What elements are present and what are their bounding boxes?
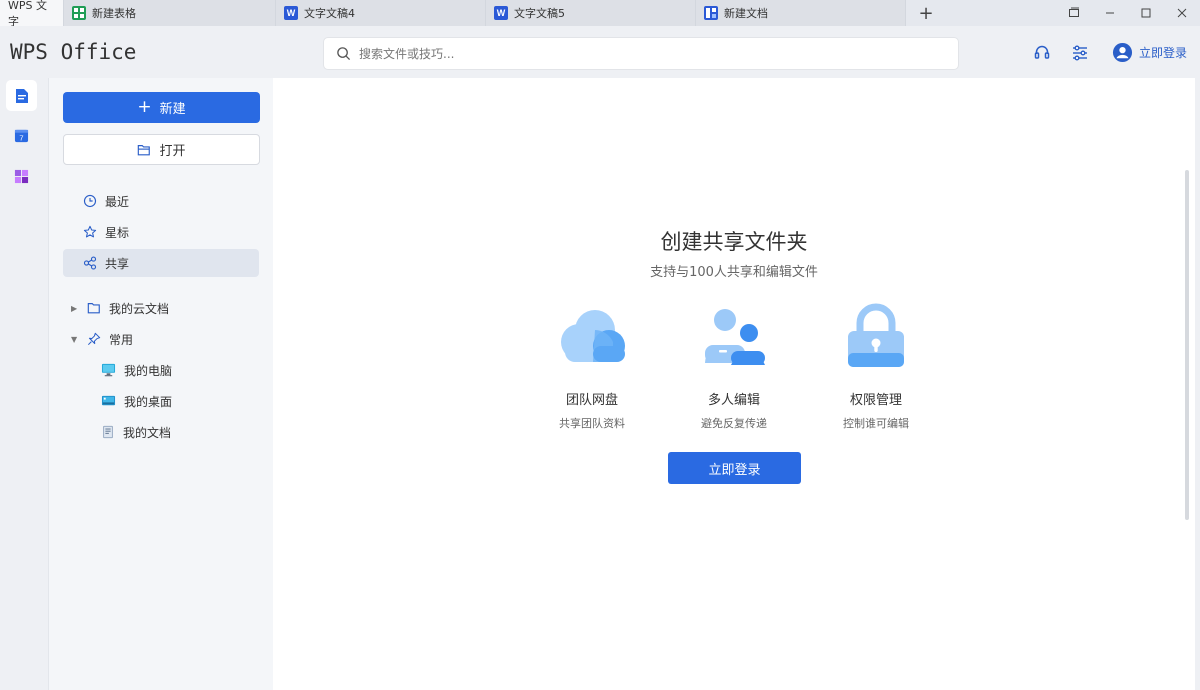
window-controls xyxy=(1056,0,1200,26)
restore-window-button[interactable] xyxy=(1056,0,1092,26)
tab-document-5[interactable]: W 文字文稿5 xyxy=(486,0,696,26)
tree-common[interactable]: ▼ 常用 xyxy=(71,328,133,350)
wps-office-logo: WPS Office xyxy=(10,40,137,64)
feature-name: 多人编辑 xyxy=(707,393,760,408)
support-button[interactable] xyxy=(1032,43,1052,63)
feature-team-drive: 团队网盘 共享团队资料 xyxy=(522,298,662,431)
new-label: 新建 xyxy=(159,102,186,117)
tab-label: WPS 文字 xyxy=(8,0,47,28)
users-icon xyxy=(705,308,765,365)
tab-bar: WPS 文字 新建表格 W 文字文稿4 W 文字文稿5 新建文档 + xyxy=(0,0,1200,28)
caret-down-icon[interactable]: ▼ xyxy=(71,335,81,344)
nav-recent-label: 最近 xyxy=(105,194,130,209)
document-icon xyxy=(15,88,28,103)
feature-name: 权限管理 xyxy=(849,393,902,408)
tab-wps-writer[interactable]: WPS 文字 xyxy=(0,0,64,28)
tree-my-computer[interactable]: 我的电脑 xyxy=(101,359,172,381)
open-label: 打开 xyxy=(159,144,186,159)
lock-icon xyxy=(848,303,904,367)
main-scrollbar[interactable] xyxy=(1185,170,1189,520)
close-button[interactable] xyxy=(1164,0,1200,26)
header-login-label: 立即登录 xyxy=(1139,46,1188,60)
feature-name: 团队网盘 xyxy=(565,393,618,408)
open-button[interactable]: 打开 xyxy=(63,134,260,165)
folder-icon xyxy=(87,303,100,314)
avatar-icon xyxy=(1112,42,1133,63)
cloud-icon xyxy=(561,309,625,362)
tree-my-documents[interactable]: 我的文档 xyxy=(101,421,171,443)
tab-label: 文字文稿4 xyxy=(304,7,355,20)
sidebar: + 新建 打开 最近 星标 共享 ▶ 我的云文档 ▼ 常用 我的电脑 我的桌面 … xyxy=(48,78,273,690)
word-doc-icon: W xyxy=(494,6,508,20)
new-doc-icon xyxy=(704,6,718,20)
tree-label: 我的桌面 xyxy=(124,394,173,409)
nav-shared-label: 共享 xyxy=(105,256,130,271)
close-icon xyxy=(1177,8,1187,18)
minimize-button[interactable] xyxy=(1092,0,1128,26)
svg-text:7: 7 xyxy=(19,134,23,143)
apps-icon xyxy=(14,169,29,184)
nav-recent[interactable]: 最近 xyxy=(63,187,259,215)
left-rail: 7 xyxy=(0,78,48,690)
tab-label: 新建表格 xyxy=(92,7,136,20)
caret-right-icon[interactable]: ▶ xyxy=(71,304,81,313)
folder-open-icon xyxy=(138,144,151,155)
document-icon xyxy=(103,425,113,439)
calendar-icon: 7 xyxy=(14,129,29,143)
search-icon xyxy=(337,47,351,61)
rail-apps[interactable] xyxy=(6,161,37,192)
search-input[interactable] xyxy=(359,46,919,61)
tab-label: 新建文档 xyxy=(724,7,768,20)
tab-new-document[interactable]: 新建文档 xyxy=(696,0,906,26)
feature-desc: 共享团队资料 xyxy=(559,417,625,430)
desktop-icon xyxy=(101,395,116,406)
clock-icon xyxy=(83,194,97,208)
minimize-icon xyxy=(1106,12,1114,14)
computer-icon xyxy=(101,363,116,377)
sliders-icon xyxy=(1073,45,1087,61)
new-button[interactable]: + 新建 xyxy=(63,92,260,123)
nav-starred[interactable]: 星标 xyxy=(63,218,259,246)
settings-button[interactable] xyxy=(1070,43,1090,63)
login-button[interactable]: 立即登录 xyxy=(668,452,801,484)
page-title: 创建共享文件夹 xyxy=(660,230,808,254)
spreadsheet-icon xyxy=(72,6,86,20)
header-login-button[interactable]: 立即登录 xyxy=(1112,42,1187,63)
tab-label: 文字文稿5 xyxy=(514,7,565,20)
star-icon xyxy=(83,225,97,238)
tree-label: 我的云文档 xyxy=(109,301,170,316)
tree-my-desktop[interactable]: 我的桌面 xyxy=(101,390,172,412)
plus-icon: + xyxy=(918,2,934,24)
tree-my-cloud-docs[interactable]: ▶ 我的云文档 xyxy=(71,297,169,319)
nav-starred-label: 星标 xyxy=(105,225,130,240)
plus-icon: + xyxy=(137,97,152,117)
feature-permissions: 权限管理 控制谁可编辑 xyxy=(806,298,946,431)
restore-icon xyxy=(1069,7,1079,17)
page-subtitle: 支持与100人共享和编辑文件 xyxy=(650,265,818,280)
word-doc-icon: W xyxy=(284,6,298,20)
tree-label: 我的文档 xyxy=(123,425,172,440)
main-panel: 创建共享文件夹 支持与100人共享和编辑文件 团队网盘 共享团队资料 多人编辑 … xyxy=(273,78,1195,690)
nav-shared[interactable]: 共享 xyxy=(63,249,259,277)
tree-label: 我的电脑 xyxy=(124,363,173,378)
share-icon xyxy=(83,256,97,270)
headset-icon xyxy=(1034,45,1050,59)
add-tab-button[interactable]: + xyxy=(906,0,946,26)
tab-new-spreadsheet[interactable]: 新建表格 xyxy=(64,0,276,26)
tab-document-4[interactable]: W 文字文稿4 xyxy=(276,0,486,26)
maximize-icon xyxy=(1141,8,1151,18)
rail-documents[interactable] xyxy=(6,80,37,111)
tree-label: 常用 xyxy=(109,332,134,347)
feature-multi-edit: 多人编辑 避免反复传递 xyxy=(664,298,804,431)
rail-calendar[interactable]: 7 xyxy=(6,120,37,151)
feature-desc: 避免反复传递 xyxy=(701,417,767,430)
search-box[interactable] xyxy=(323,37,959,70)
feature-desc: 控制谁可编辑 xyxy=(843,417,909,430)
app-header: WPS Office 立即登录 xyxy=(0,26,1200,78)
pin-icon xyxy=(87,332,101,346)
maximize-button[interactable] xyxy=(1128,0,1164,26)
